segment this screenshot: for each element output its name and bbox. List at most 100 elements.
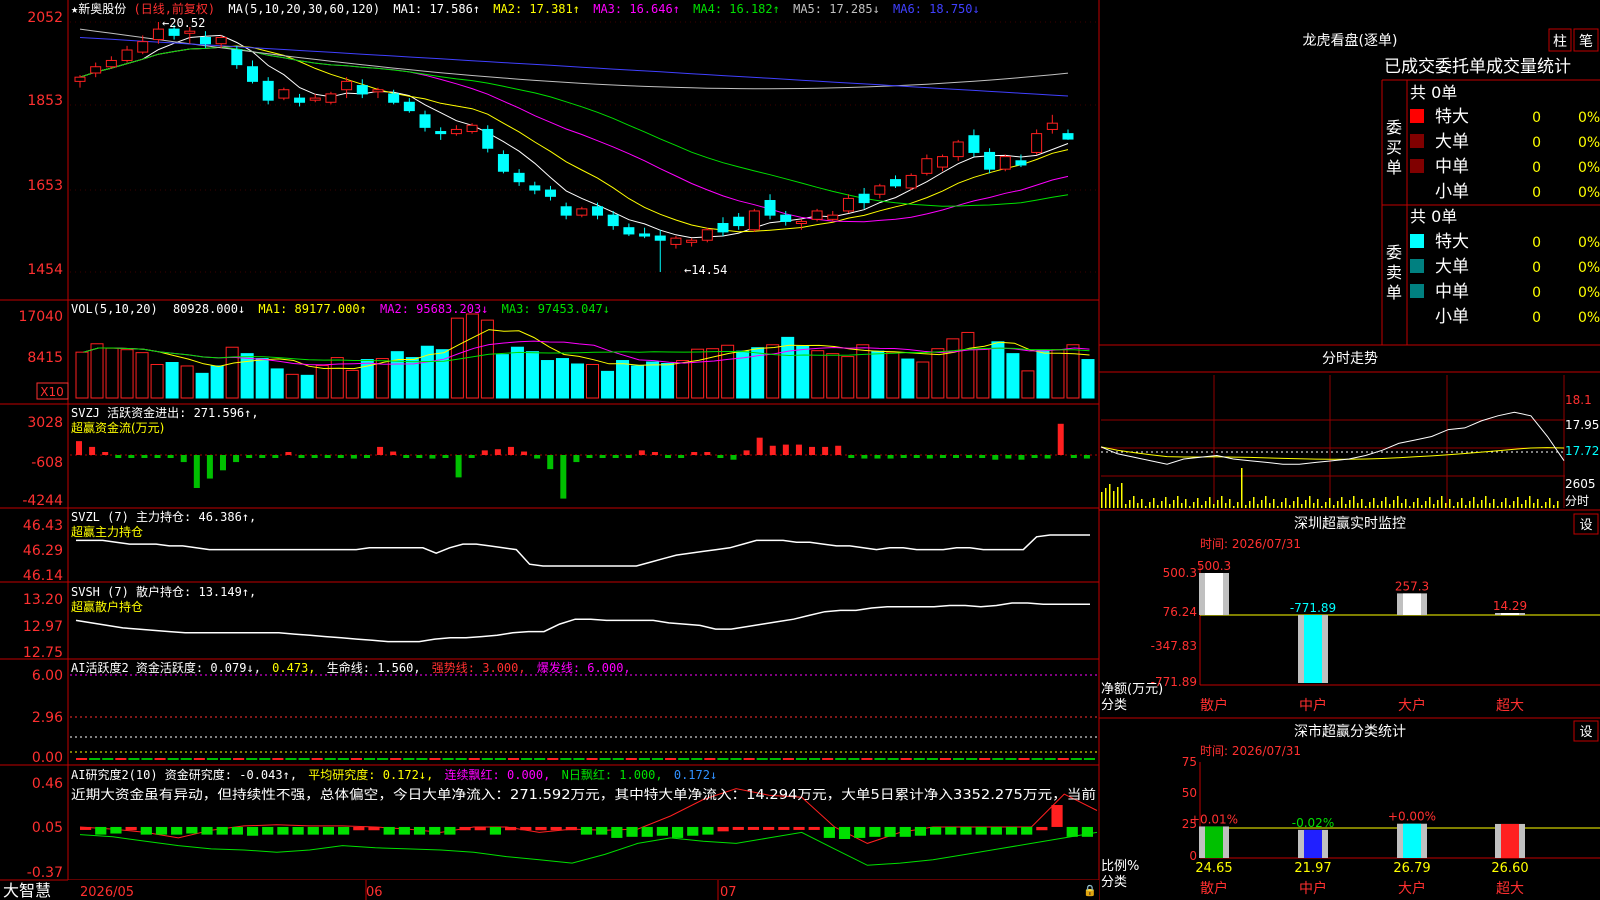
research-header: AI研究度2(10) 资金研究度: -0.043↑, 平均研究度: 0.172↓… (71, 767, 717, 782)
candle-body[interactable] (90, 66, 102, 74)
candle-body[interactable] (795, 220, 807, 225)
monitor-bar-label: -771.89 (1290, 601, 1336, 615)
monitor-category: 超大 (1496, 698, 1524, 714)
candle-body[interactable] (874, 185, 886, 195)
candle-body[interactable] (592, 206, 604, 216)
bar-mode-button[interactable]: 柱 (1553, 34, 1567, 50)
ma2-value: MA2: 17.381↑ (493, 2, 580, 16)
candle-body[interactable] (435, 131, 447, 135)
candle-body[interactable] (262, 80, 274, 101)
research-bar (596, 826, 608, 835)
candle-body[interactable] (748, 210, 760, 231)
candle-body[interactable] (827, 214, 839, 220)
research-bar (95, 826, 107, 835)
candle-body[interactable] (701, 229, 713, 241)
candle-body[interactable] (325, 93, 337, 103)
fund-flow-bar (848, 455, 855, 458)
candle-body[interactable] (356, 85, 368, 95)
candle-body[interactable] (513, 172, 525, 183)
candle-body[interactable] (889, 179, 901, 187)
candle-body[interactable] (168, 28, 180, 36)
activity-bar (141, 758, 153, 760)
candle-body[interactable] (544, 189, 556, 197)
candle-body[interactable] (450, 128, 462, 135)
svzl-tick: 46.14 (23, 568, 63, 584)
intraday-volume-bar (1277, 506, 1279, 508)
candle-body[interactable] (1062, 133, 1074, 140)
intraday-volume-bar (1305, 500, 1307, 508)
classify-settings-button[interactable]: 设 (1579, 725, 1592, 740)
candle-body[interactable] (105, 59, 117, 68)
candle-body[interactable] (576, 208, 588, 216)
candle-body[interactable] (952, 141, 964, 158)
candle-body[interactable] (905, 174, 917, 189)
candle-body[interactable] (717, 223, 729, 233)
intraday-volume-bar (1193, 502, 1195, 508)
candle-body[interactable] (984, 151, 996, 170)
candle-body[interactable] (1015, 160, 1027, 166)
period-label[interactable]: (日线,前复权) (133, 1, 215, 16)
candle-body[interactable] (403, 101, 415, 112)
candle-body[interactable] (309, 97, 321, 101)
candle-body[interactable] (686, 239, 698, 243)
monitor-settings-button[interactable]: 设 (1579, 518, 1592, 533)
candle-body[interactable] (811, 210, 823, 220)
candle-body[interactable] (372, 89, 384, 93)
candle-body[interactable] (278, 89, 290, 99)
candle-body[interactable] (733, 216, 745, 227)
candle-body[interactable] (231, 49, 243, 66)
candle-body[interactable] (199, 36, 211, 45)
candle-body[interactable] (968, 135, 980, 153)
candle-body[interactable] (560, 206, 572, 216)
intraday-volume-bar (1161, 501, 1163, 508)
candle-body[interactable] (482, 128, 494, 149)
candle-body[interactable] (247, 66, 259, 82)
candle-body[interactable] (152, 28, 164, 41)
intraday-volume-bar (1341, 497, 1343, 508)
candle-body[interactable] (294, 97, 306, 103)
monitor-bar-highlight (1304, 615, 1322, 683)
candle-body[interactable] (1046, 122, 1058, 130)
activity-bar (363, 758, 376, 760)
candle-body[interactable] (215, 36, 227, 45)
candle-body[interactable] (121, 49, 133, 61)
volume-bar (871, 350, 885, 399)
fenshi-tick: 17.95 (1565, 418, 1599, 432)
candle-body[interactable] (842, 197, 854, 212)
candle-body[interactable] (466, 124, 478, 133)
candle-body[interactable] (937, 156, 949, 168)
candle-body[interactable] (184, 30, 196, 34)
candle-body[interactable] (639, 233, 651, 237)
candle-body[interactable] (858, 193, 870, 204)
candle-body[interactable] (921, 158, 933, 174)
candle-body[interactable] (999, 156, 1011, 170)
monitor-xlabel: 分类 (1101, 698, 1127, 713)
candle-body[interactable] (670, 237, 682, 245)
candle-body[interactable] (780, 214, 792, 222)
tick-mode-button[interactable]: 笔 (1579, 34, 1593, 50)
intraday-volume-bar (1185, 499, 1187, 508)
candle-body[interactable] (419, 114, 431, 128)
candle-body[interactable] (388, 93, 400, 103)
research-bar (914, 826, 927, 836)
stock-name[interactable]: ★新奥股份 (71, 1, 126, 16)
candle-body[interactable] (623, 227, 635, 235)
fund-flow-bar (377, 446, 384, 455)
volume-bar (646, 361, 660, 399)
candle-body[interactable] (764, 200, 776, 216)
activity-bar (298, 758, 310, 760)
classify-bar-highlight (1205, 826, 1223, 858)
candle-body[interactable] (607, 214, 619, 227)
candlestick-series (74, 22, 1074, 272)
intraday-volume-bar (1121, 483, 1123, 508)
candle-body[interactable] (341, 80, 353, 91)
candle-body[interactable] (529, 185, 541, 191)
activity-bar (272, 758, 284, 760)
activity-bar (717, 758, 729, 760)
candle-body[interactable] (137, 41, 149, 53)
candle-body[interactable] (1031, 133, 1043, 153)
lock-icon[interactable]: 🔒 (1083, 884, 1097, 897)
candle-body[interactable] (654, 235, 666, 241)
candle-body[interactable] (74, 76, 86, 82)
candle-body[interactable] (497, 154, 509, 172)
